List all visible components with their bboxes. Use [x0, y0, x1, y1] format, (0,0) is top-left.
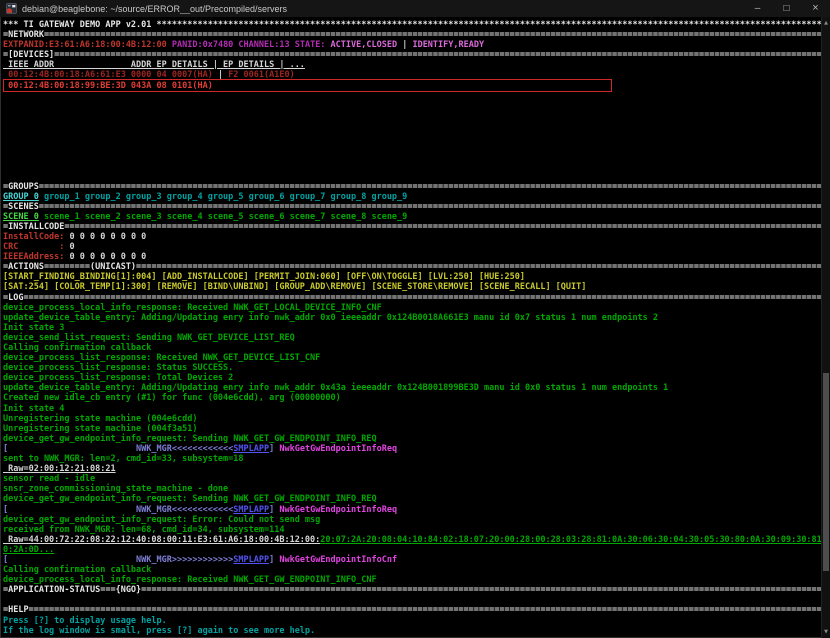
- devices-header: IEEE ADDR ADDR EP DETAILS | EP DETAILS |…: [3, 60, 821, 70]
- terminal-line: [3, 91, 821, 101]
- terminal-line: [3, 171, 821, 181]
- log-line: device_process_local_info_response: Rece…: [3, 303, 821, 313]
- log-line-msg-req: [ NWK_MGR<<<<<<<<<<<<SMPLAPP] NwkGetGwEn…: [3, 444, 821, 454]
- scenes-row: SCENE_0 scene_1 scene_2 scene_3 scene_4 …: [3, 212, 821, 222]
- log-line: Unregistering state machine (004e6cdd): [3, 414, 821, 424]
- terminal-screen[interactable]: *** TI GATEWAY DEMO APP v2.01 **********…: [0, 17, 821, 638]
- network-separator: =NETWORK================================…: [3, 30, 821, 40]
- close-button[interactable]: ×: [801, 0, 830, 17]
- log-line-raw: Raw=02:00:12:21:08:21: [3, 464, 821, 474]
- help-line-2: If the log window is small, press [?] ag…: [3, 626, 821, 636]
- log-separator: =LOG====================================…: [3, 293, 821, 303]
- device-row-2-selected: 00:12:4B:00:18:99:BE:3D 043A 08 0101(HA): [3, 81, 821, 91]
- log-line: device_process_list_response: Total Devi…: [3, 373, 821, 383]
- log-line: device_process_local_info_response: Rece…: [3, 575, 821, 585]
- log-line: Calling confirmation callback: [3, 565, 821, 575]
- log-line-raw: 0:2A:0D...: [3, 545, 821, 555]
- log-line: device_process_list_response: Received N…: [3, 353, 821, 363]
- log-line: Init state 3: [3, 323, 821, 333]
- log-line: snsr_zone_commissioning_state_machine - …: [3, 484, 821, 494]
- log-line: sensor read - idle: [3, 474, 821, 484]
- terminal-line: [3, 151, 821, 161]
- application-status-separator: =APPLICATION-STATUS==={NGO}=============…: [3, 585, 821, 595]
- window-titlebar[interactable]: debian@beaglebone: ~/source/ERROR__out/P…: [0, 0, 830, 17]
- window-title: debian@beaglebone: ~/source/ERROR__out/P…: [22, 4, 287, 14]
- scrollbar-up-icon[interactable]: ▲: [822, 18, 830, 28]
- log-line: Created new idle_cb entry (#1) for func …: [3, 393, 821, 403]
- terminal-window: debian@beaglebone: ~/source/ERROR__out/P…: [0, 0, 830, 638]
- help-separator: =HELP===================================…: [3, 605, 821, 615]
- terminal-line: [3, 121, 821, 131]
- terminal-line: [3, 141, 821, 151]
- help-line-1: Press [?] to display usage help.: [3, 616, 821, 626]
- devices-separator: =[DEVICES]==============================…: [3, 50, 821, 60]
- log-line: Unregistering state machine (004f3a51): [3, 424, 821, 434]
- installcode-row: InstallCode: 0 0 0 0 0 0 0 0: [3, 232, 821, 242]
- log-line: device_process_list_response: Status SUC…: [3, 363, 821, 373]
- app-icon: [6, 3, 17, 14]
- terminal-line: [3, 131, 821, 141]
- log-line-raw: Raw=44:00:72:22:08:22:12:40:08:00:11:E3:…: [3, 535, 821, 545]
- log-line-msg-cnf: [ NWK_MGR>>>>>>>>>>>>SMPLAPP] NwkGetGwEn…: [3, 555, 821, 565]
- log-line: update_device_table_entry: Adding/Updati…: [3, 383, 821, 393]
- maximize-button[interactable]: □: [772, 0, 801, 17]
- actions-separator: =ACTIONS=========(UNICAST)==============…: [3, 262, 821, 272]
- installcode-separator: =INSTALLCODE============================…: [3, 222, 821, 232]
- crc-row: CRC : 0: [3, 242, 821, 252]
- app-title-line: *** TI GATEWAY DEMO APP v2.01 **********…: [3, 20, 821, 30]
- log-line: device_send_list_request: Sending NWK_GE…: [3, 333, 821, 343]
- log-line: Init state 4: [3, 404, 821, 414]
- device-row-1: 00:12:4B:00:18:A6:61:E3 0000 04 0007(HA)…: [3, 70, 821, 80]
- terminal-line: [3, 161, 821, 171]
- actions-row-2: [SAT:254] [COLOR_TEMP[1]:300] [REMOVE] […: [3, 282, 821, 292]
- scrollbar[interactable]: ▲ ▼: [821, 17, 830, 638]
- log-line: device_get_gw_endpoint_info_request: Sen…: [3, 494, 821, 504]
- terminal-line: [3, 111, 821, 121]
- minimize-button[interactable]: –: [743, 0, 772, 17]
- log-line: device_get_gw_endpoint_info_request: Err…: [3, 515, 821, 525]
- log-line: device_get_gw_endpoint_info_request: Sen…: [3, 434, 821, 444]
- window-controls: – □ ×: [743, 0, 830, 17]
- log-line-msg-req: [ NWK_MGR<<<<<<<<<<<<SMPLAPP] NwkGetGwEn…: [3, 505, 821, 515]
- ieeeaddress-row: IEEEAddress: 0 0 0 0 0 0 0 0: [3, 252, 821, 262]
- network-status-line: EXTPANID:E3:61:A6:18:00:4B:12:00 PANID:0…: [3, 40, 821, 50]
- scrollbar-thumb[interactable]: [823, 373, 829, 571]
- scrollbar-down-icon[interactable]: ▼: [822, 627, 830, 637]
- log-line: sent to NWK_MGR: len=2, cmd_id=33, subsy…: [3, 454, 821, 464]
- terminal-line: [3, 101, 821, 111]
- log-line: received from NWK_MGR: len=68, cmd_id=34…: [3, 525, 821, 535]
- scenes-separator: =SCENES=================================…: [3, 202, 821, 212]
- actions-row-1: [START_FINDING_BINDING[1]:004] [ADD_INST…: [3, 272, 821, 282]
- terminal-line: [3, 595, 821, 605]
- log-line: update_device_table_entry: Adding/Updati…: [3, 313, 821, 323]
- groups-separator: =GROUPS=================================…: [3, 182, 821, 192]
- groups-row: GROUP_0 group_1 group_2 group_3 group_4 …: [3, 192, 821, 202]
- log-line: Calling confirmation callback: [3, 343, 821, 353]
